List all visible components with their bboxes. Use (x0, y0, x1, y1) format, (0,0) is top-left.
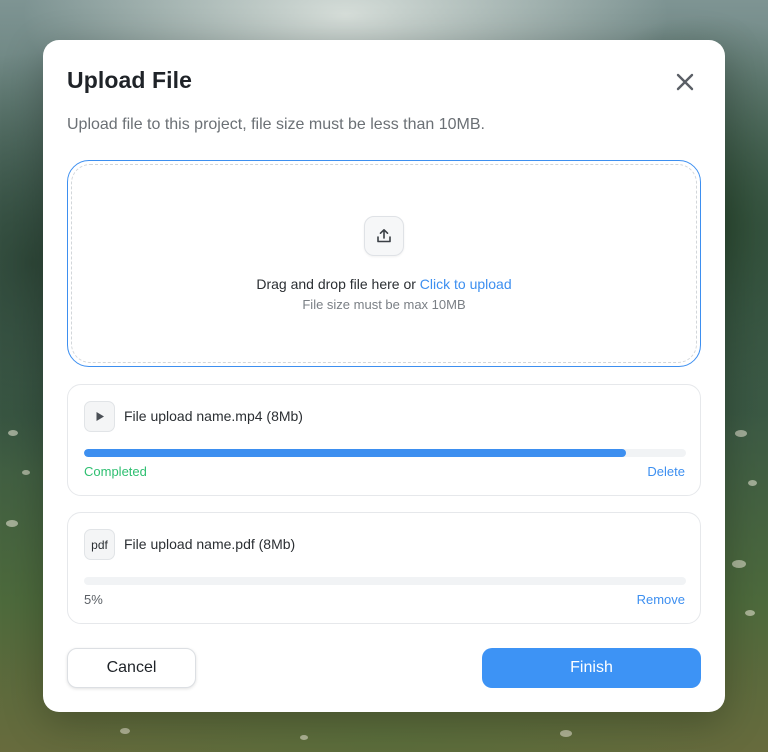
dropzone-hint: File size must be max 10MB (302, 297, 466, 312)
close-button[interactable] (671, 68, 699, 96)
upload-icon (364, 216, 404, 256)
dropzone-dashed-border (71, 164, 697, 363)
dialog-title: Upload File (67, 67, 193, 93)
dropzone-text: Drag and drop file here or (256, 276, 420, 292)
delete-link[interactable]: Delete (647, 464, 685, 479)
file-name: File upload name.pdf (8Mb) (124, 536, 296, 552)
file-item-pdf: pdf File upload name.pdf (8Mb) 5% Remove (67, 512, 701, 624)
dropzone-instruction: Drag and drop file here or Click to uplo… (68, 276, 700, 292)
file-item-mp4: File upload name.mp4 (8Mb) Completed Del… (67, 384, 701, 496)
upload-status: Completed (84, 464, 147, 479)
file-dropzone[interactable]: Drag and drop file here or Click to uplo… (67, 160, 701, 367)
pdf-file-icon: pdf (84, 529, 115, 560)
click-to-upload-link[interactable]: Click to upload (420, 276, 512, 292)
upload-progress-fill (84, 449, 626, 457)
cancel-button[interactable]: Cancel (67, 648, 196, 688)
play-icon (84, 401, 115, 432)
remove-link[interactable]: Remove (637, 592, 685, 607)
upload-progress-bar (84, 577, 686, 585)
upload-file-dialog: Upload File Upload file to this project,… (43, 40, 725, 712)
upload-progress-bar (84, 449, 686, 457)
file-name: File upload name.mp4 (8Mb) (124, 408, 303, 424)
close-icon (676, 73, 694, 91)
upload-status: 5% (84, 592, 103, 607)
finish-button[interactable]: Finish (482, 648, 701, 688)
upload-progress-fill (84, 577, 114, 585)
dialog-subtitle: Upload file to this project, file size m… (67, 116, 485, 133)
